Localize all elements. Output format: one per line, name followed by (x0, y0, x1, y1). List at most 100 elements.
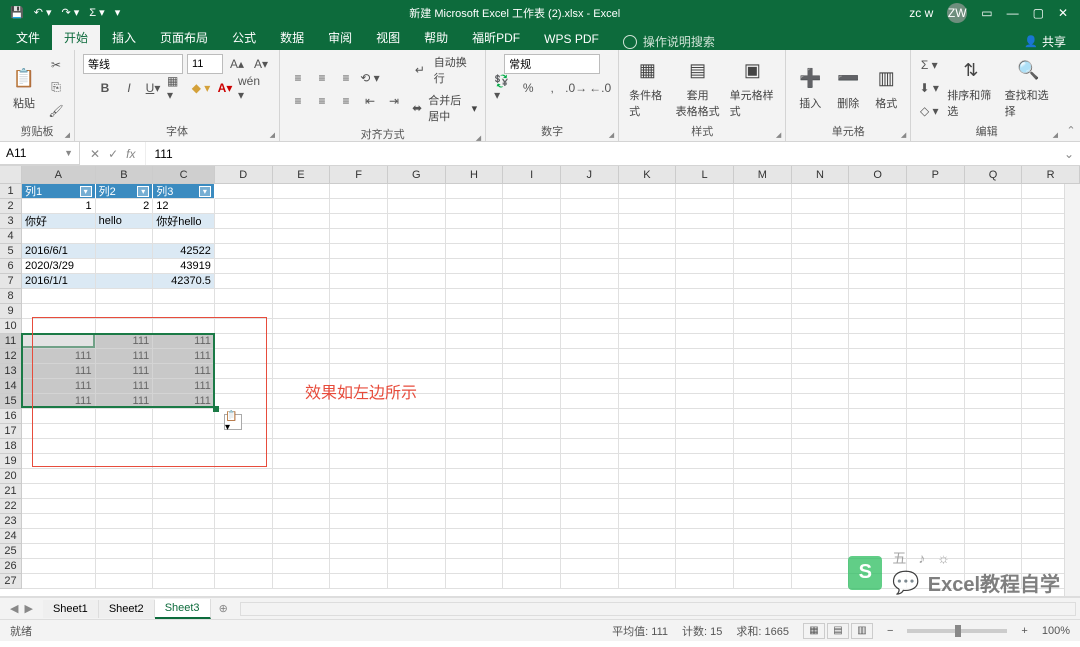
cell[interactable] (619, 274, 677, 289)
cell[interactable] (734, 244, 792, 259)
autosum-icon[interactable]: Σ ▾ (89, 6, 104, 19)
cell[interactable] (792, 214, 850, 229)
cell[interactable] (446, 199, 504, 214)
cell[interactable] (965, 559, 1023, 574)
cell[interactable]: 你好 (22, 214, 96, 229)
row-header[interactable]: 3 (0, 214, 22, 229)
cell[interactable] (734, 544, 792, 559)
cell[interactable] (907, 514, 965, 529)
cell[interactable] (619, 379, 677, 394)
row-header[interactable]: 24 (0, 529, 22, 544)
cell[interactable] (388, 439, 446, 454)
underline-button[interactable]: U ▾ (143, 78, 163, 98)
cell[interactable] (273, 304, 331, 319)
cell[interactable] (503, 259, 561, 274)
cancel-formula-icon[interactable]: ✕ (90, 147, 100, 161)
cell[interactable]: 111 (96, 379, 154, 394)
cell[interactable] (849, 379, 907, 394)
cell[interactable] (96, 454, 154, 469)
cell[interactable] (446, 559, 504, 574)
cell[interactable] (215, 379, 273, 394)
cell[interactable] (792, 559, 850, 574)
zoom-out-button[interactable]: − (887, 625, 893, 637)
cell[interactable] (388, 454, 446, 469)
tab-view[interactable]: 视图 (364, 25, 412, 50)
cell[interactable] (561, 409, 619, 424)
cell[interactable] (619, 184, 677, 199)
filter-dropdown-icon[interactable]: ▾ (199, 186, 211, 197)
cell[interactable] (792, 364, 850, 379)
view-layout-button[interactable]: ▤ (827, 623, 849, 639)
find-select-button[interactable]: 🔍查找和选择 (1003, 55, 1054, 121)
row-header[interactable]: 12 (0, 349, 22, 364)
cell[interactable] (734, 394, 792, 409)
cell[interactable] (561, 259, 619, 274)
column-header[interactable]: O (849, 166, 907, 184)
fx-icon[interactable]: fx (126, 147, 135, 161)
cell[interactable] (849, 559, 907, 574)
cell[interactable] (965, 244, 1023, 259)
cell[interactable] (849, 304, 907, 319)
align-middle-icon[interactable]: ≡ (312, 68, 332, 88)
cell[interactable] (965, 304, 1023, 319)
cell[interactable] (907, 379, 965, 394)
cell[interactable] (619, 484, 677, 499)
cell[interactable] (96, 274, 154, 289)
cell[interactable] (388, 304, 446, 319)
cell[interactable] (561, 304, 619, 319)
cell[interactable] (503, 559, 561, 574)
cell[interactable] (792, 349, 850, 364)
cell[interactable] (215, 349, 273, 364)
cell[interactable] (676, 214, 734, 229)
cell[interactable] (22, 304, 96, 319)
cell[interactable] (792, 259, 850, 274)
cell[interactable] (330, 364, 388, 379)
cell[interactable] (907, 364, 965, 379)
cell[interactable] (153, 229, 215, 244)
cell[interactable] (22, 424, 96, 439)
align-left-icon[interactable]: ≡ (288, 91, 308, 111)
cell[interactable] (965, 499, 1023, 514)
minimize-icon[interactable]: — (1007, 6, 1019, 20)
font-color-button[interactable]: A ▾ (215, 78, 235, 98)
cell[interactable] (446, 214, 504, 229)
cell[interactable] (965, 364, 1023, 379)
cell[interactable] (734, 364, 792, 379)
column-header[interactable]: R (1022, 166, 1080, 184)
cell[interactable] (22, 499, 96, 514)
cell[interactable] (273, 199, 331, 214)
cell[interactable] (619, 529, 677, 544)
cell[interactable] (96, 289, 154, 304)
cell[interactable] (676, 364, 734, 379)
cell[interactable] (561, 454, 619, 469)
cell[interactable] (273, 244, 331, 259)
cell[interactable] (965, 334, 1023, 349)
cell[interactable] (734, 454, 792, 469)
cell[interactable] (561, 469, 619, 484)
cell[interactable] (96, 514, 154, 529)
row-header[interactable]: 13 (0, 364, 22, 379)
cell[interactable] (22, 409, 96, 424)
cell[interactable] (446, 229, 504, 244)
cell[interactable] (446, 544, 504, 559)
cell[interactable] (273, 214, 331, 229)
cell[interactable] (153, 484, 215, 499)
cell[interactable] (273, 529, 331, 544)
cell[interactable] (619, 349, 677, 364)
cell[interactable]: 111 (22, 394, 96, 409)
row-header[interactable]: 15 (0, 394, 22, 409)
cell[interactable] (503, 394, 561, 409)
cell[interactable] (96, 574, 154, 589)
cell[interactable] (215, 229, 273, 244)
cell[interactable]: 42370.5 (153, 274, 215, 289)
redo-icon[interactable]: ↷ ▾ (62, 6, 80, 19)
cell[interactable] (965, 574, 1023, 589)
insert-cells-button[interactable]: ➕插入 (794, 63, 826, 113)
cell[interactable] (215, 304, 273, 319)
row-header[interactable]: 26 (0, 559, 22, 574)
align-right-icon[interactable]: ≡ (336, 91, 356, 111)
cell[interactable] (965, 289, 1023, 304)
cell[interactable]: 1 (22, 199, 96, 214)
sheet-tab-2[interactable]: Sheet2 (99, 600, 155, 618)
cell[interactable] (792, 574, 850, 589)
